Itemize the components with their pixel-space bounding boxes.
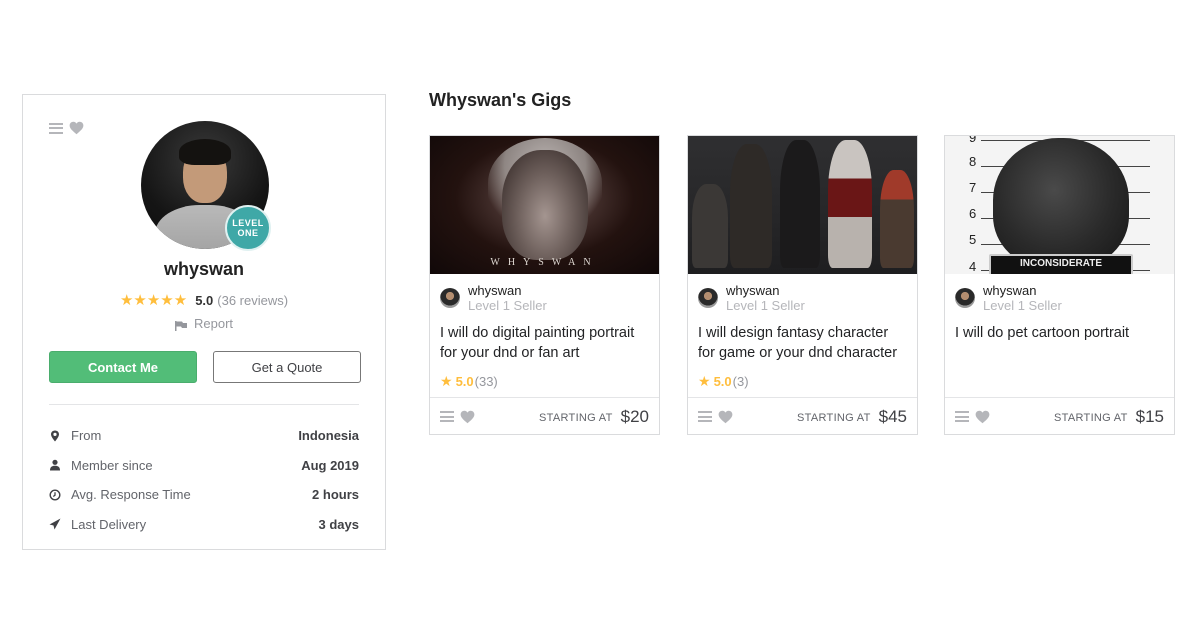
gig-image[interactable]: 9 8 7 6 5 4 INCONSIDERATE (945, 136, 1174, 274)
seller-rating: ★★★★★ 5.0 (36 reviews) (23, 291, 385, 309)
gig-image[interactable]: WHYSWAN (430, 136, 659, 274)
gig-price[interactable]: STARTING AT $45 (797, 407, 907, 427)
gig-seller[interactable]: whyswan Level 1 Seller (955, 283, 1062, 313)
height-chart-number: 8 (969, 154, 977, 169)
profile-tools (49, 121, 84, 135)
stat-label: From (71, 428, 102, 444)
gig-footer: STARTING AT $20 (430, 397, 659, 435)
seller-name[interactable]: whyswan (726, 283, 805, 298)
divider (49, 404, 359, 405)
height-chart-number: 7 (969, 180, 977, 195)
review-count[interactable]: (36 reviews) (217, 293, 288, 308)
stat-from: From Indonesia (49, 421, 359, 451)
heart-icon[interactable] (460, 410, 475, 424)
gig-footer: STARTING AT $45 (688, 397, 917, 435)
report-label: Report (193, 316, 234, 331)
gig-seller[interactable]: whyswan Level 1 Seller (440, 283, 547, 313)
height-chart-number: 5 (969, 232, 977, 247)
gig-title[interactable]: I will design fantasy character for game… (698, 324, 907, 363)
gig-image[interactable] (688, 136, 917, 274)
gig-title[interactable]: I will do pet cartoon portrait (955, 324, 1164, 344)
gig-card[interactable]: 9 8 7 6 5 4 INCONSIDERATE whyswan Level … (944, 135, 1175, 435)
level-badge: LEVEL ONE (225, 205, 271, 251)
star-icon: ★ (440, 373, 453, 389)
gig-rating-count: (3) (732, 374, 749, 389)
heart-icon[interactable] (718, 410, 733, 424)
height-chart-number: 6 (969, 206, 977, 221)
rating-stars-icon: ★★★★★ (119, 292, 188, 309)
height-chart-number: 4 (969, 259, 977, 274)
gig-card[interactable]: whyswan Level 1 Seller I will design fan… (687, 135, 918, 435)
gig-title[interactable]: I will do digital painting portrait for … (440, 324, 649, 363)
seller-name[interactable]: whyswan (468, 283, 547, 298)
rating-score: 5.0 (195, 292, 214, 308)
mugshot-sign: INCONSIDERATE (989, 254, 1133, 274)
starting-at-label: STARTING AT (797, 412, 871, 424)
height-chart-number: 9 (969, 136, 977, 145)
starting-at-label: STARTING AT (539, 412, 613, 424)
contact-me-button[interactable]: Contact Me (49, 351, 197, 383)
seller-name[interactable]: whyswan (983, 283, 1062, 298)
seller-mini-avatar (955, 288, 975, 308)
stat-value: 2 hours (312, 487, 359, 503)
stat-last-delivery: Last Delivery 3 days (49, 510, 359, 540)
gig-seller[interactable]: whyswan Level 1 Seller (698, 283, 805, 313)
collections-menu-icon[interactable] (49, 122, 63, 134)
seller-mini-avatar (440, 288, 460, 308)
gig-rating: ★ 5.0 (33) (440, 373, 498, 390)
collections-menu-icon[interactable] (698, 411, 712, 422)
price-value: $20 (620, 406, 649, 426)
stat-label: Last Delivery (71, 516, 147, 532)
seller-level: Level 1 Seller (468, 298, 547, 313)
gig-rating-score: 5.0 (713, 374, 732, 389)
seller-profile-card: LEVEL ONE whyswan ★★★★★ 5.0 (36 reviews)… (22, 94, 386, 550)
seller-username[interactable]: whyswan (23, 259, 385, 280)
collections-menu-icon[interactable] (440, 411, 454, 422)
seller-level: Level 1 Seller (726, 298, 805, 313)
stat-label: Member since (71, 457, 153, 473)
gig-price[interactable]: STARTING AT $20 (539, 407, 649, 427)
gig-footer: STARTING AT $15 (945, 397, 1174, 435)
pug-illustration (993, 138, 1129, 268)
flag-icon (174, 319, 187, 331)
price-value: $45 (878, 406, 907, 426)
clock-icon (49, 489, 61, 501)
stat-response-time: Avg. Response Time 2 hours (49, 480, 359, 510)
stat-member-since: Member since Aug 2019 (49, 451, 359, 481)
star-icon: ★ (698, 373, 711, 389)
seller-level: Level 1 Seller (983, 298, 1062, 313)
get-a-quote-button[interactable]: Get a Quote (213, 351, 361, 383)
paper-plane-icon (49, 518, 61, 530)
seller-avatar[interactable]: LEVEL ONE (141, 121, 271, 251)
stat-label: Avg. Response Time (71, 487, 191, 503)
seller-mini-avatar (698, 288, 718, 308)
image-watermark: WHYSWAN (490, 257, 599, 268)
gig-card[interactable]: WHYSWAN whyswan Level 1 Seller I will do… (429, 135, 660, 435)
gig-rating: ★ 5.0 (3) (698, 373, 749, 390)
stat-value: 3 days (318, 516, 359, 532)
heart-icon[interactable] (69, 121, 84, 135)
stat-value: Aug 2019 (301, 457, 359, 473)
stat-value: Indonesia (298, 428, 359, 444)
price-value: $15 (1135, 406, 1164, 426)
seller-stats: From Indonesia Member since Aug 2019 Avg… (49, 421, 359, 539)
gig-rating-count: (33) (474, 374, 498, 389)
location-pin-icon (49, 430, 61, 442)
heart-icon[interactable] (975, 410, 990, 424)
gigs-section-title: Whyswan's Gigs (429, 90, 572, 110)
user-icon (49, 459, 61, 471)
starting-at-label: STARTING AT (1054, 412, 1128, 424)
gig-price[interactable]: STARTING AT $15 (1054, 407, 1164, 427)
gig-rating-score: 5.0 (455, 374, 474, 389)
collections-menu-icon[interactable] (955, 411, 969, 422)
report-link[interactable]: Report (23, 316, 385, 331)
